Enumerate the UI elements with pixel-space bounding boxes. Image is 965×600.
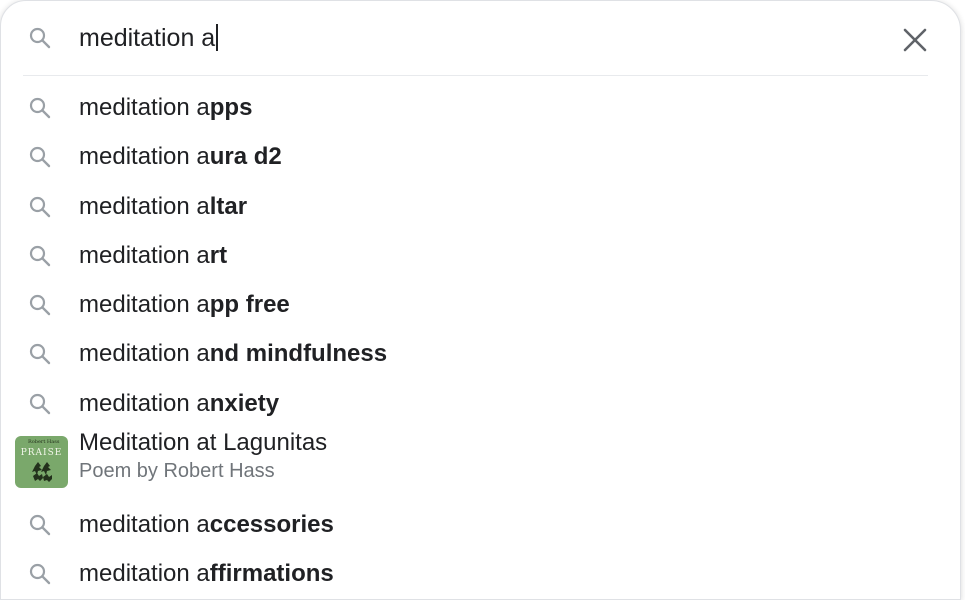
suggestion-item[interactable]: meditation app free — [1, 280, 960, 329]
search-icon — [28, 145, 52, 169]
close-icon — [898, 28, 932, 61]
suggestion-label: meditation anxiety — [79, 389, 280, 417]
search-icon — [28, 392, 52, 416]
suggestion-item[interactable]: meditation affirmations — [1, 549, 960, 598]
suggestion-item[interactable]: meditation apps — [1, 83, 960, 132]
suggestion-item[interactable]: meditation art — [1, 231, 960, 280]
suggestion-label: meditation and mindfulness — [79, 340, 388, 368]
entity-suggestion-item[interactable]: Robert Hass PRAISE Meditation at Lagunit… — [1, 428, 960, 500]
divider — [23, 75, 928, 76]
search-icon — [28, 244, 52, 268]
search-icon — [28, 26, 52, 50]
search-icon — [28, 342, 52, 366]
search-query-text: meditation a — [79, 24, 216, 52]
suggestion-item[interactable]: meditation altar — [1, 182, 960, 231]
entity-title: Meditation at Lagunitas — [79, 429, 328, 457]
suggestion-list: meditation apps meditation aura d2 medit… — [1, 83, 960, 599]
suggestion-label: meditation app free — [79, 291, 290, 319]
search-suggestions-panel: meditation a meditation apps meditation … — [0, 0, 961, 600]
suggestion-label: meditation art — [79, 241, 228, 269]
suggestion-label: meditation altar — [79, 192, 248, 220]
search-icon — [28, 96, 52, 120]
search-icon — [28, 513, 52, 537]
suggestion-item[interactable]: meditation aura d2 — [1, 132, 960, 181]
suggestion-item[interactable]: meditation and mindfulness — [1, 329, 960, 378]
suggestion-label: meditation affirmations — [79, 560, 334, 588]
search-input[interactable]: meditation a — [79, 23, 219, 53]
suggestion-label: meditation apps — [79, 94, 253, 121]
search-icon — [28, 195, 52, 219]
search-icon — [28, 562, 52, 586]
search-icon — [28, 293, 52, 317]
suggestion-label: meditation accessories — [79, 511, 334, 539]
search-box[interactable]: meditation a — [1, 1, 960, 77]
entity-subtitle: Poem by Robert Hass — [79, 460, 275, 483]
clear-search-button[interactable] — [898, 23, 932, 57]
suggestion-label: meditation aura d2 — [79, 143, 282, 171]
suggestion-item[interactable]: meditation anxiety — [1, 379, 960, 428]
book-cover-thumbnail: Robert Hass PRAISE — [15, 436, 68, 489]
suggestion-item[interactable]: meditation accessories — [1, 500, 960, 549]
text-cursor — [216, 24, 219, 51]
